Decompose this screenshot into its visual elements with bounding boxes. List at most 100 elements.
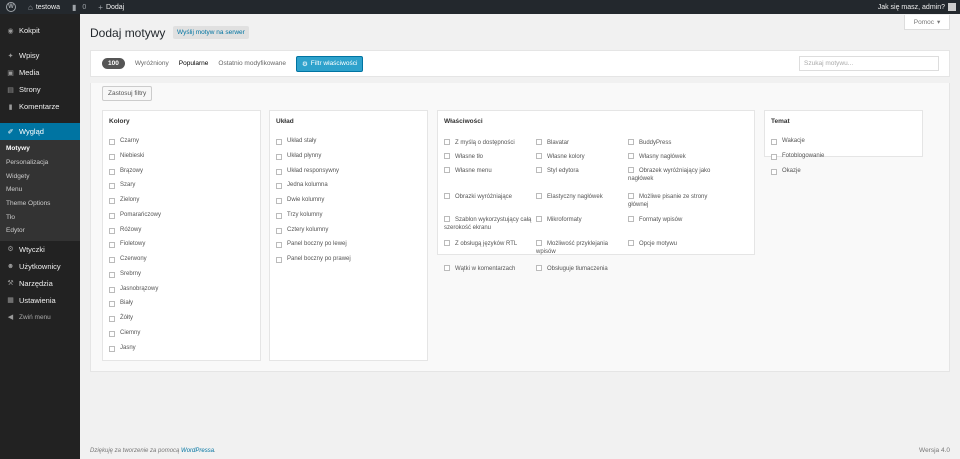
color-option[interactable]: Czerwony — [109, 256, 161, 271]
my-account-link[interactable]: Jak się masz, admin? — [878, 3, 960, 11]
menu-item-media[interactable]: ▣ Media — [0, 64, 80, 81]
checkbox[interactable] — [444, 167, 450, 173]
checkbox[interactable] — [536, 139, 542, 145]
checkbox[interactable] — [109, 139, 115, 145]
color-option[interactable]: Biały — [109, 300, 161, 315]
layout-option[interactable]: Układ stały — [276, 138, 351, 153]
subject-option[interactable]: Fotoblogowanie — [771, 153, 824, 168]
feature-option[interactable]: Obsługuje tłumaczenia — [536, 265, 624, 273]
feature-option[interactable]: Wątki w komentarzach — [444, 265, 532, 273]
color-option[interactable]: Srebrny — [109, 271, 161, 286]
color-option[interactable]: Jasny — [109, 345, 161, 360]
color-option[interactable]: Szary — [109, 182, 161, 197]
checkbox[interactable] — [536, 193, 542, 199]
checkbox[interactable] — [276, 183, 282, 190]
checkbox[interactable] — [444, 193, 450, 199]
apply-filters-button[interactable]: Zastosuj filtry — [102, 86, 153, 101]
feature-option[interactable]: Własny nagłówek — [628, 153, 716, 161]
feature-option[interactable]: Obrazki wyróżniające — [444, 193, 532, 201]
layout-option[interactable]: Jedna kolumna — [276, 182, 351, 197]
checkbox[interactable] — [628, 216, 634, 222]
checkbox[interactable] — [536, 167, 542, 173]
collapse-menu-button[interactable]: ◀ Zwiń menu — [0, 309, 80, 326]
feature-option[interactable]: Z myślą o dostępności — [444, 139, 532, 147]
color-option[interactable]: Żółty — [109, 315, 161, 330]
layout-option[interactable]: Cztery kolumny — [276, 227, 351, 242]
checkbox[interactable] — [276, 212, 282, 219]
checkbox[interactable] — [444, 153, 450, 159]
submenu-item-customize[interactable]: Personalizacja — [0, 156, 80, 170]
feature-option[interactable]: Elastyczny nagłówek — [536, 193, 624, 201]
checkbox[interactable] — [109, 257, 115, 263]
checkbox[interactable] — [536, 153, 542, 159]
filter-popular-link[interactable]: Popularne — [179, 60, 209, 67]
checkbox[interactable] — [109, 212, 115, 219]
checkbox[interactable] — [771, 168, 777, 175]
checkbox[interactable] — [628, 153, 634, 159]
checkbox[interactable] — [109, 198, 115, 204]
help-tab-button[interactable]: Pomoc ▾ — [904, 15, 950, 30]
color-option[interactable]: Brązowy — [109, 168, 161, 183]
menu-item-comments[interactable]: ▮ Komentarze — [0, 98, 80, 115]
wordpress-link[interactable]: WordPressa — [181, 448, 214, 454]
layout-option[interactable]: Układ płynny — [276, 153, 351, 168]
checkbox[interactable] — [109, 227, 115, 234]
feature-option[interactable]: Z obsługą języków RTL — [444, 240, 532, 248]
menu-item-plugins[interactable]: ⚙ Wtyczki — [0, 241, 80, 258]
wp-logo-menu[interactable]: W — [0, 0, 22, 14]
checkbox[interactable] — [536, 216, 542, 222]
submenu-item-background[interactable]: Tło — [0, 210, 80, 224]
feature-filter-button[interactable]: ⚙ Filtr właściwości — [295, 55, 364, 72]
feature-option[interactable]: Obrazek wyróżniający jako nagłówek — [628, 167, 716, 183]
checkbox[interactable] — [536, 265, 542, 271]
new-content-link[interactable]: + Dodaj — [92, 0, 130, 14]
theme-search-input[interactable]: Szukaj motywu... — [799, 56, 939, 71]
submenu-item-widgets[interactable]: Widgety — [0, 169, 80, 183]
feature-option[interactable]: Mikroformaty — [536, 216, 624, 224]
checkbox[interactable] — [109, 183, 115, 190]
layout-option[interactable]: Układ responsywny — [276, 168, 351, 183]
checkbox[interactable] — [628, 139, 634, 145]
color-option[interactable]: Czarny — [109, 138, 161, 153]
menu-item-tools[interactable]: ⚒ Narzędzia — [0, 275, 80, 292]
checkbox[interactable] — [109, 316, 115, 322]
color-option[interactable]: Jasnobrązowy — [109, 286, 161, 301]
filter-updated-link[interactable]: Ostatnio modyfikowane — [218, 60, 286, 67]
checkbox[interactable] — [109, 242, 115, 249]
checkbox[interactable] — [276, 168, 282, 175]
checkbox[interactable] — [109, 153, 115, 160]
color-option[interactable]: Pomarańczowy — [109, 212, 161, 227]
comments-link[interactable]: ▮ 0 — [66, 0, 92, 14]
checkbox[interactable] — [276, 153, 282, 160]
checkbox[interactable] — [628, 193, 634, 199]
menu-item-pages[interactable]: ▤ Strony — [0, 81, 80, 98]
color-option[interactable]: Różowy — [109, 227, 161, 242]
layout-option[interactable]: Panel boczny po lewej — [276, 241, 351, 256]
filter-featured-link[interactable]: Wyróżniony — [135, 60, 169, 67]
checkbox[interactable] — [276, 242, 282, 249]
checkbox[interactable] — [771, 139, 777, 145]
feature-option[interactable]: Własne tło — [444, 153, 532, 161]
checkbox[interactable] — [771, 153, 777, 160]
feature-option[interactable]: Styl edytora — [536, 167, 624, 175]
feature-option[interactable]: Własne kolory — [536, 153, 624, 161]
checkbox[interactable] — [444, 240, 450, 246]
checkbox[interactable] — [109, 345, 115, 352]
submenu-item-theme-options[interactable]: Theme Options — [0, 197, 80, 211]
feature-option[interactable]: Możliwe pisanie ze strony głównej — [628, 193, 716, 209]
layout-option[interactable]: Trzy kolumny — [276, 212, 351, 227]
checkbox[interactable] — [276, 227, 282, 234]
checkbox[interactable] — [276, 257, 282, 263]
subject-option[interactable]: Okazje — [771, 168, 824, 183]
menu-item-settings[interactable]: ▦ Ustawienia — [0, 292, 80, 309]
feature-option[interactable]: Szablon wykorzystujący całą szerokość ek… — [444, 216, 532, 232]
checkbox[interactable] — [536, 240, 542, 246]
upload-theme-button[interactable]: Wyślij motyw na serwer — [173, 26, 249, 39]
subject-option[interactable]: Wakacje — [771, 138, 824, 153]
menu-item-appearance[interactable]: ✐ Wygląd — [0, 123, 80, 140]
feature-option[interactable]: Własne menu — [444, 167, 532, 175]
checkbox[interactable] — [109, 168, 115, 175]
color-option[interactable]: Ciemny — [109, 330, 161, 345]
checkbox[interactable] — [444, 265, 450, 271]
submenu-item-editor[interactable]: Edytor — [0, 224, 80, 238]
